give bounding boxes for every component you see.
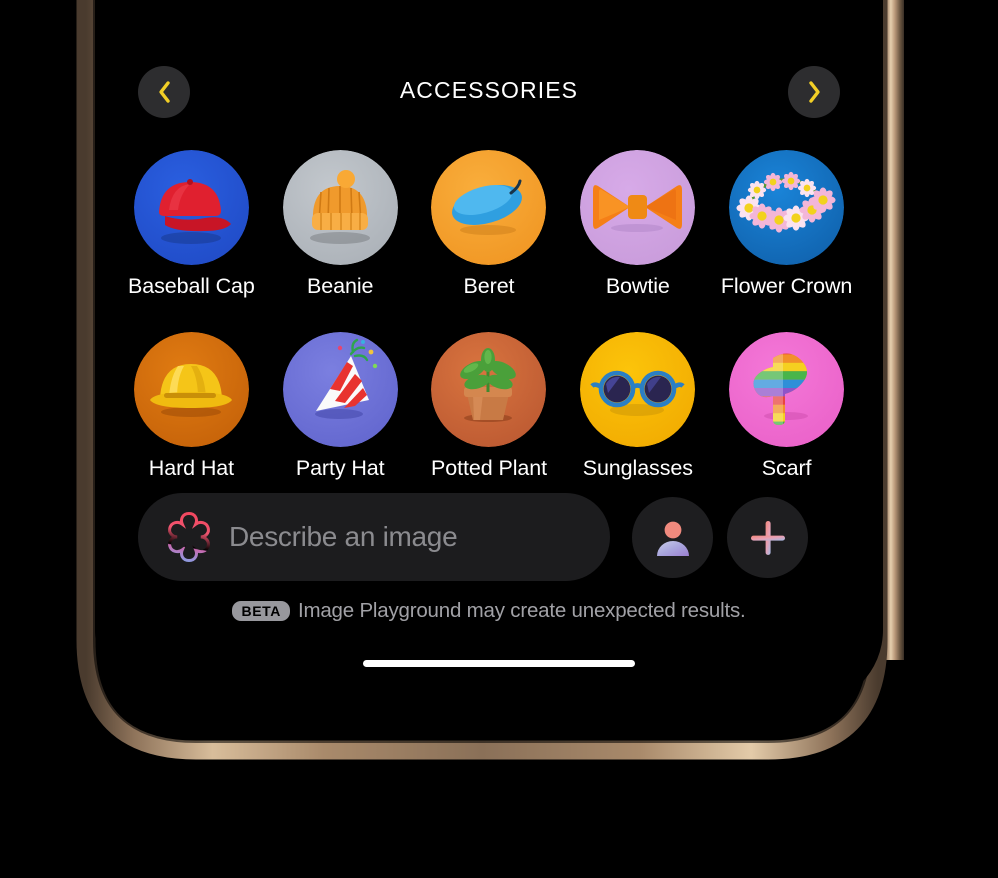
- accessory-label: Beret: [463, 274, 515, 298]
- category-title: ACCESSORIES: [399, 77, 579, 103]
- accessory-tile-beret[interactable]: Beret: [415, 150, 564, 298]
- hard-hat-icon: [133, 331, 249, 447]
- home-indicator[interactable]: [363, 660, 635, 667]
- accessory-tile-sunglasses[interactable]: Sunglasses: [563, 331, 712, 480]
- accessory-label: Potted Plant: [431, 455, 547, 480]
- accessory-tile-bowtie[interactable]: Bowtie: [563, 150, 712, 298]
- accessory-label: Beanie: [307, 274, 374, 298]
- phone-screen: ACCESSORIES Baseball Cap Beanie Beret Bo…: [95, 0, 883, 706]
- accessory-label: Sunglasses: [582, 455, 693, 480]
- accessory-label: Hard Hat: [148, 455, 235, 480]
- next-category-button[interactable]: [788, 66, 840, 118]
- accessory-label: Flower Crown: [720, 274, 853, 298]
- accessory-tile-party-hat[interactable]: Party Hat: [266, 331, 415, 480]
- beanie-icon: [282, 150, 398, 265]
- add-button[interactable]: [727, 497, 808, 578]
- baseball-cap-icon: [133, 150, 249, 265]
- beret-icon: [431, 150, 547, 265]
- accessory-tile-scarf[interactable]: Scarf: [712, 331, 861, 480]
- beta-badge: BETA: [232, 601, 290, 621]
- accessory-label: Baseball Cap: [128, 274, 255, 298]
- flower-crown-icon: [729, 150, 845, 265]
- sunglasses-icon: [580, 331, 696, 447]
- composer-bar: Describe an image: [95, 493, 883, 589]
- party-hat-icon: [282, 331, 398, 447]
- potted-plant-icon: [431, 331, 547, 447]
- category-header: ACCESSORIES: [95, 66, 883, 122]
- prompt-input[interactable]: Describe an image: [138, 493, 610, 581]
- bowtie-icon: [580, 150, 696, 265]
- chevron-right-icon: [808, 81, 820, 103]
- prompt-placeholder-text: Describe an image: [229, 521, 458, 552]
- plus-icon: [750, 520, 785, 555]
- scarf-icon: [729, 331, 845, 447]
- person-button[interactable]: [632, 497, 713, 578]
- beta-disclaimer: BETA Image Playground may create unexpec…: [95, 599, 883, 623]
- accessory-tile-baseball-cap[interactable]: Baseball Cap: [117, 150, 266, 298]
- accessory-tile-potted-plant[interactable]: Potted Plant: [415, 331, 564, 480]
- disclaimer-text: Image Playground may create unexpected r…: [297, 599, 746, 622]
- apple-intelligence-icon: [168, 511, 210, 563]
- accessory-label: Bowtie: [605, 274, 670, 298]
- accessory-tile-beanie[interactable]: Beanie: [266, 150, 415, 298]
- screenshot-stage: ACCESSORIES Baseball Cap Beanie Beret Bo…: [0, 0, 998, 878]
- accessory-label: Party Hat: [295, 455, 385, 480]
- accessory-label: Scarf: [761, 455, 812, 480]
- accessory-tile-flower-crown[interactable]: Flower Crown: [712, 150, 861, 298]
- person-icon: [656, 521, 689, 556]
- accessory-tile-hard-hat[interactable]: Hard Hat: [117, 331, 266, 480]
- accessory-grid: Baseball Cap Beanie Beret Bowtie Flower …: [117, 150, 861, 479]
